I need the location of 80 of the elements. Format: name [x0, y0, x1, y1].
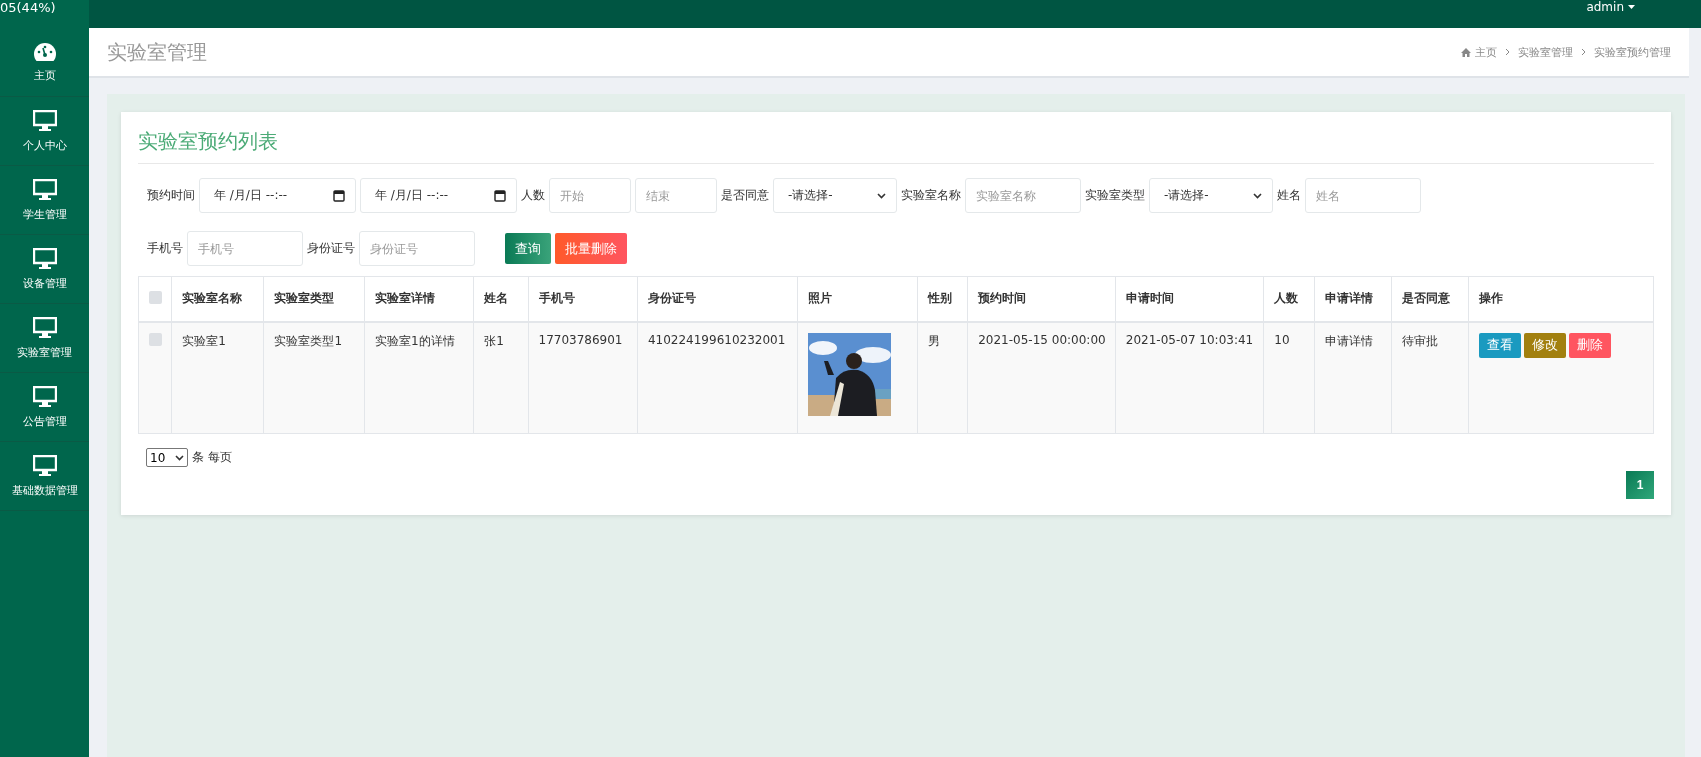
input-field[interactable]: 身份证号	[359, 231, 475, 266]
page-size-label: 条 每页	[192, 449, 232, 466]
chevron-right-icon	[1505, 48, 1510, 56]
table-cell: 待审批	[1391, 321, 1469, 434]
input-field[interactable]: 姓名	[1305, 178, 1421, 213]
sidebar-item[interactable]: 设备管理	[0, 235, 89, 304]
filter-label: 实验室类型	[1085, 187, 1145, 204]
sidebar-item[interactable]: 公告管理	[0, 373, 89, 442]
table-cell: 男	[917, 321, 968, 434]
checkbox[interactable]	[149, 332, 162, 346]
date-field[interactable]: 年 /月/日 --:--	[360, 178, 517, 213]
filter-label: 预约时间	[147, 187, 195, 204]
calendar-icon	[494, 189, 506, 202]
monitor-icon	[32, 178, 57, 201]
chevron-down-icon	[175, 454, 184, 461]
chevron-right-icon	[1581, 48, 1586, 56]
filter-label: 身份证号	[307, 240, 355, 257]
page-title: 实验室管理	[107, 38, 207, 66]
sidebar-item[interactable]: 实验室管理	[0, 304, 89, 373]
sidebar-item[interactable]: 学生管理	[0, 166, 89, 235]
table-cell: 10	[1263, 321, 1315, 434]
breadcrumb-link[interactable]: 实验室管理	[1518, 44, 1573, 60]
table-cell: 申请详情	[1314, 321, 1392, 434]
column-header: 预约时间	[967, 276, 1116, 322]
chevron-down-icon	[877, 192, 886, 199]
column-header: 姓名	[473, 276, 528, 322]
sidebar-item[interactable]: 个人中心	[0, 97, 89, 166]
column-header: 申请时间	[1115, 276, 1264, 322]
calendar-icon	[333, 189, 345, 202]
table-cell: 17703786901	[528, 321, 638, 434]
column-header: 实验室类型	[264, 276, 365, 322]
user-menu[interactable]: admin	[1586, 0, 1635, 14]
filter-label: 人数	[521, 187, 545, 204]
dashboard-icon	[32, 41, 57, 62]
edit-button[interactable]: 修改	[1524, 332, 1567, 358]
column-header: 身份证号	[637, 276, 798, 322]
panel-title: 实验室预约列表	[138, 126, 1654, 164]
input-field[interactable]: 实验室名称	[965, 178, 1081, 213]
breadcrumb-link[interactable]: 主页	[1461, 44, 1497, 60]
column-header: 人数	[1263, 276, 1315, 322]
table-cell: 实验室1	[171, 321, 264, 434]
column-header: 手机号	[528, 276, 638, 322]
home-icon	[1461, 47, 1471, 57]
input-field[interactable]: 结束	[635, 178, 717, 213]
column-header: 操作	[1468, 276, 1654, 322]
table-cell: 2021-05-15 00:00:00	[967, 321, 1116, 434]
monitor-icon	[32, 316, 57, 339]
filter-label: 是否同意	[721, 187, 769, 204]
monitor-icon	[32, 454, 57, 477]
page-button[interactable]: 1	[1626, 471, 1654, 499]
column-header: 实验室详情	[364, 276, 474, 322]
input-field[interactable]: 手机号	[187, 231, 303, 266]
select-field[interactable]: -请选择-	[773, 178, 897, 213]
filter-label: 姓名	[1277, 187, 1301, 204]
monitor-icon	[32, 385, 57, 408]
recording-overlay-text: 05(44%)	[0, 0, 57, 17]
filter-label: 实验室名称	[901, 187, 961, 204]
table-cell: 张1	[473, 321, 528, 434]
column-header: 照片	[797, 276, 918, 322]
sidebar-item[interactable]: 基础数据管理	[0, 442, 89, 511]
caret-icon	[1628, 5, 1635, 9]
column-header: 是否同意	[1391, 276, 1469, 322]
search-button[interactable]: 查询	[505, 233, 551, 264]
checkbox[interactable]	[149, 290, 162, 304]
monitor-icon	[32, 109, 57, 132]
table-cell: 实验室1的详情	[364, 321, 474, 434]
input-field[interactable]: 开始	[549, 178, 631, 213]
filter-label: 手机号	[147, 240, 183, 257]
table-cell: 410224199610232001	[637, 321, 798, 434]
column-header: 实验室名称	[171, 276, 264, 322]
date-field[interactable]: 年 /月/日 --:--	[199, 178, 356, 213]
select-field[interactable]: -请选择-	[1149, 178, 1273, 213]
breadcrumb-link[interactable]: 实验室预约管理	[1594, 44, 1671, 60]
table-cell: 2021-05-07 10:03:41	[1115, 321, 1264, 434]
chevron-down-icon	[1253, 192, 1262, 199]
table-cell: 实验室类型1	[264, 321, 365, 434]
monitor-icon	[32, 247, 57, 270]
column-header: 申请详情	[1314, 276, 1392, 322]
column-header: 性别	[917, 276, 968, 322]
page-size-select[interactable]: 10	[146, 448, 188, 467]
